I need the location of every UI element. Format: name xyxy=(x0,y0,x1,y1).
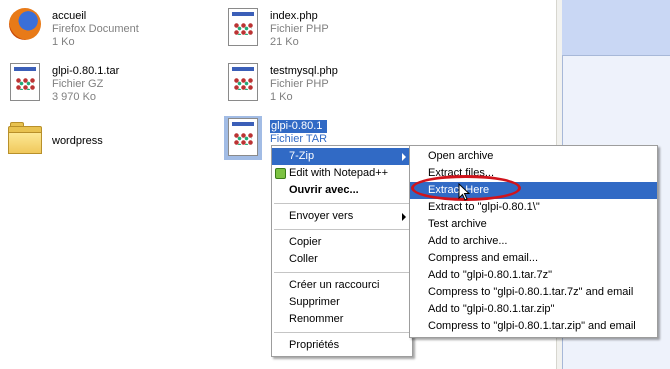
menu-item-rename[interactable]: Renommer xyxy=(272,311,412,328)
menu-item-open-archive[interactable]: Open archive xyxy=(410,148,657,165)
file-item[interactable]: glpi-0.80.1.tar Fichier GZ 3 970 Ko xyxy=(6,61,119,105)
tar-file-icon xyxy=(224,116,262,160)
submenu-arrow-icon xyxy=(402,213,406,221)
file-name: index.php xyxy=(270,10,318,22)
file-item[interactable]: accueil Firefox Document 1 Ko xyxy=(6,6,139,50)
file-name: accueil xyxy=(52,10,87,22)
menu-item-send-to[interactable]: Envoyer vers xyxy=(272,208,412,225)
menu-item-add-to-zip[interactable]: Add to "glpi-0.80.1.tar.zip" xyxy=(410,301,657,318)
file-name: testmysql.php xyxy=(270,65,338,77)
menu-item-compress-zip-email[interactable]: Compress to "glpi-0.80.1.tar.zip" and em… xyxy=(410,318,657,335)
menu-item-edit-notepad[interactable]: Edit with Notepad++ xyxy=(272,165,412,182)
menu-separator xyxy=(274,229,410,230)
menu-item-add-to-archive[interactable]: Add to archive... xyxy=(410,233,657,250)
notepad-plus-plus-icon xyxy=(275,168,286,179)
context-menu: 7-Zip Edit with Notepad++ Ouvrir avec...… xyxy=(271,145,413,357)
menu-separator xyxy=(274,272,410,273)
folder-name: wordpress xyxy=(52,135,103,147)
folder-icon xyxy=(6,120,44,164)
file-size: 1 Ko xyxy=(270,91,293,103)
menu-separator xyxy=(274,332,410,333)
file-item[interactable]: testmysql.php Fichier PHP 1 Ko xyxy=(224,61,338,105)
file-type: Firefox Document xyxy=(52,23,139,35)
mouse-pointer-icon xyxy=(458,183,470,201)
file-type: Fichier GZ xyxy=(52,78,104,90)
menu-item-open-with[interactable]: Ouvrir avec... xyxy=(272,182,412,199)
menu-separator xyxy=(274,203,410,204)
submenu-arrow-icon xyxy=(402,153,406,161)
folder-item[interactable]: wordpress xyxy=(6,120,103,164)
file-type: Fichier PHP xyxy=(270,78,329,90)
menu-item-paste[interactable]: Coller xyxy=(272,251,412,268)
php-file-icon xyxy=(224,6,262,50)
menu-item-7zip[interactable]: 7-Zip xyxy=(272,148,412,165)
firefox-document-icon xyxy=(6,6,44,50)
menu-item-copy[interactable]: Copier xyxy=(272,234,412,251)
menu-item-delete[interactable]: Supprimer xyxy=(272,294,412,311)
file-type: Fichier PHP xyxy=(270,23,329,35)
menu-item-create-shortcut[interactable]: Créer un raccourci xyxy=(272,277,412,294)
gz-file-icon xyxy=(6,61,44,105)
scrollbar-thumb[interactable] xyxy=(562,0,670,56)
7zip-submenu: Open archive Extract files... Extract He… xyxy=(409,145,658,338)
file-name: glpi-0.80.1.tar xyxy=(52,65,120,77)
menu-item-test-archive[interactable]: Test archive xyxy=(410,216,657,233)
file-size: 21 Ko xyxy=(270,36,299,48)
file-size: 1 Ko xyxy=(52,36,75,48)
menu-item-extract-to-folder[interactable]: Extract to "glpi-0.80.1\" xyxy=(410,199,657,216)
menu-item-compress-7z-email[interactable]: Compress to "glpi-0.80.1.tar.7z" and ema… xyxy=(410,284,657,301)
menu-item-properties[interactable]: Propriétés xyxy=(272,337,412,354)
file-name: glpi-0.80.1 xyxy=(270,120,328,133)
menu-item-compress-email[interactable]: Compress and email... xyxy=(410,250,657,267)
file-size: 3 970 Ko xyxy=(52,91,97,103)
file-item[interactable]: index.php Fichier PHP 21 Ko xyxy=(224,6,329,50)
menu-item-add-to-7z[interactable]: Add to "glpi-0.80.1.tar.7z" xyxy=(410,267,657,284)
php-file-icon xyxy=(224,61,262,105)
